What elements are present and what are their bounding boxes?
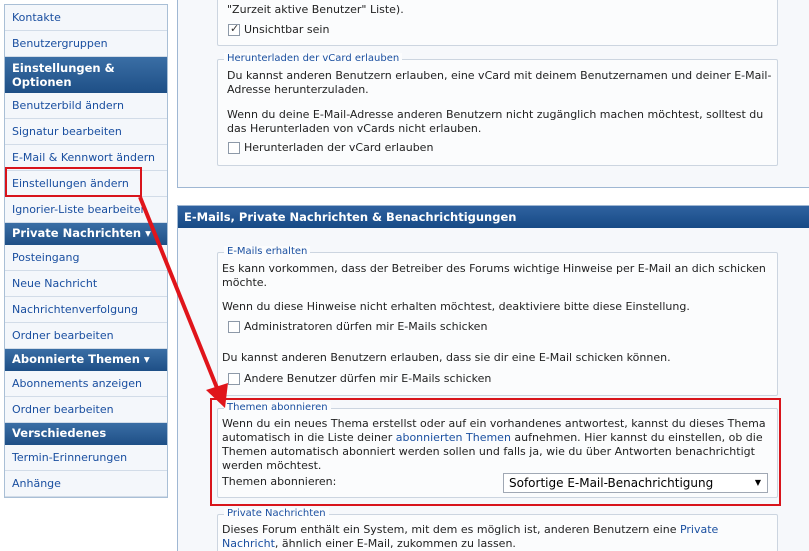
annotation-arrow-icon: [138, 196, 228, 408]
